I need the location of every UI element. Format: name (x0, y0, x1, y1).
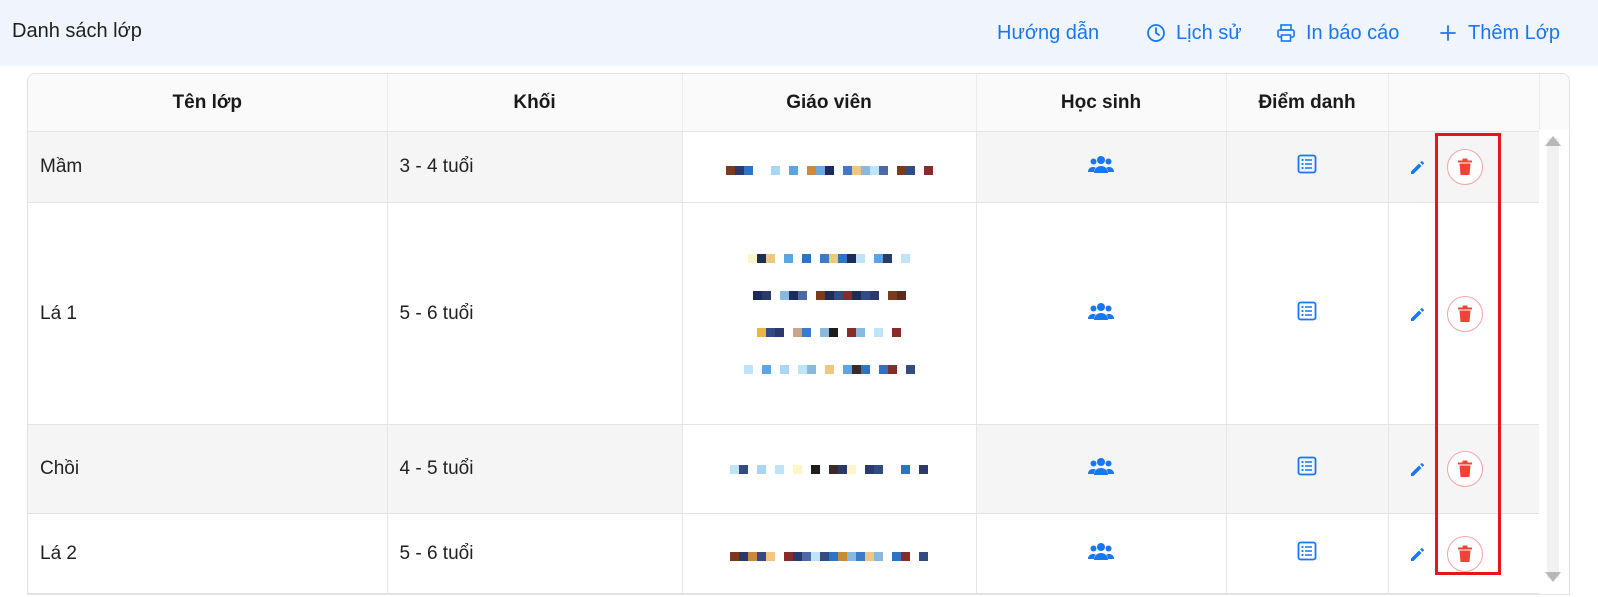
col-header-grade: Khối (387, 74, 683, 132)
delete-column-highlight (1435, 133, 1501, 575)
users-icon[interactable] (1088, 457, 1114, 475)
list-icon[interactable] (1297, 456, 1317, 476)
printer-icon (1276, 23, 1296, 43)
attendance-cell (1226, 131, 1389, 203)
teacher-cell-redacted (682, 131, 977, 203)
print-report-button[interactable]: In báo cáo (1276, 20, 1399, 46)
col-header-teacher: Giáo viên (682, 74, 977, 132)
scrollbar-track[interactable] (1547, 138, 1559, 578)
plus-icon (1438, 23, 1458, 43)
scroll-down-arrow-icon[interactable] (1545, 572, 1561, 582)
print-label: In báo cáo (1306, 21, 1400, 44)
grade-cell: 5 - 6 tuổi (387, 513, 683, 594)
guide-link[interactable]: Hướng dẫn (997, 20, 1099, 46)
students-cell (976, 202, 1227, 425)
class-name-cell: Lá 2 (28, 513, 388, 594)
users-icon[interactable] (1088, 542, 1114, 560)
page-header: Danh sách lớp Hướng dẫn Lịch sử In báo c… (0, 0, 1598, 66)
add-class-button[interactable]: Thêm Lớp (1438, 20, 1560, 46)
table-header-row: Tên lớp Khối Giáo viên Học sinh Điểm dan… (28, 74, 1569, 132)
attendance-cell (1226, 202, 1389, 425)
table-row[interactable]: Chồi 4 - 5 tuổi (28, 424, 1569, 514)
table-row[interactable]: Lá 2 5 - 6 tuổi (28, 513, 1569, 594)
col-header-students: Học sinh (976, 74, 1227, 132)
class-name-cell: Chồi (28, 424, 388, 514)
col-header-attendance: Điểm danh (1226, 74, 1389, 132)
guide-label: Hướng dẫn (997, 21, 1100, 44)
pencil-icon[interactable] (1409, 460, 1427, 478)
class-table: Tên lớp Khối Giáo viên Học sinh Điểm dan… (27, 73, 1570, 595)
history-button[interactable]: Lịch sử (1146, 20, 1242, 46)
vertical-scrollbar[interactable] (1539, 130, 1569, 594)
clock-icon (1146, 23, 1166, 43)
scroll-up-arrow-icon[interactable] (1545, 136, 1561, 146)
add-label: Thêm Lớp (1468, 21, 1561, 44)
attendance-cell (1226, 513, 1389, 594)
pencil-icon[interactable] (1409, 545, 1427, 563)
students-cell (976, 513, 1227, 594)
students-cell (976, 424, 1227, 514)
history-label: Lịch sử (1176, 21, 1242, 44)
page-title: Danh sách lớp (12, 20, 142, 42)
attendance-cell (1226, 424, 1389, 514)
list-icon[interactable] (1297, 301, 1317, 321)
class-name-cell: Mầm (28, 131, 388, 203)
teacher-cell-redacted (682, 513, 977, 594)
students-cell (976, 131, 1227, 203)
col-header-scroll (1539, 74, 1569, 132)
grade-cell: 3 - 4 tuổi (387, 131, 683, 203)
users-icon[interactable] (1088, 155, 1114, 173)
teacher-cell-redacted (682, 202, 977, 425)
grade-cell: 4 - 5 tuổi (387, 424, 683, 514)
users-icon[interactable] (1088, 302, 1114, 320)
grade-cell: 5 - 6 tuổi (387, 202, 683, 425)
teacher-cell-redacted (682, 424, 977, 514)
pencil-icon[interactable] (1409, 305, 1427, 323)
pencil-icon[interactable] (1409, 158, 1427, 176)
table-row[interactable]: Mầm 3 - 4 tuổi (28, 131, 1569, 203)
table-row[interactable]: Lá 1 5 - 6 tuổi (28, 202, 1569, 425)
col-header-name: Tên lớp (28, 74, 388, 132)
list-icon[interactable] (1297, 154, 1317, 174)
col-header-actions (1388, 74, 1540, 132)
class-name-cell: Lá 1 (28, 202, 388, 425)
list-icon[interactable] (1297, 541, 1317, 561)
